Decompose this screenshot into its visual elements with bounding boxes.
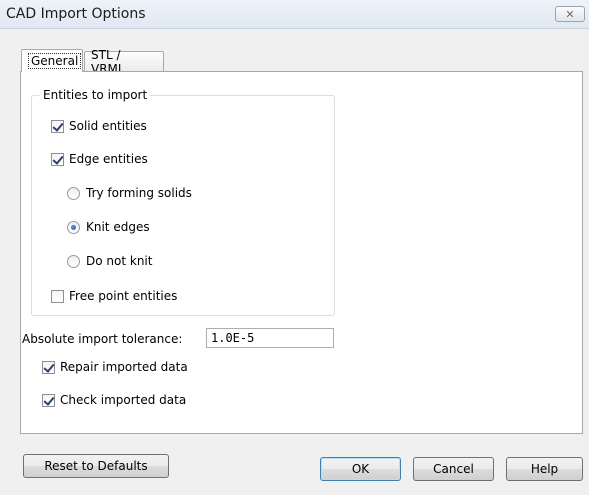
reset-to-defaults-button[interactable]: Reset to Defaults <box>23 454 169 478</box>
radio-unselected-icon[interactable] <box>67 186 80 200</box>
title-bar: CAD Import Options ✕ <box>0 0 589 29</box>
radio-do-not-knit[interactable]: Do not knit <box>67 253 152 269</box>
radio-do-not-knit-label: Do not knit <box>86 254 153 268</box>
tab-stl-vrml[interactable]: STL / VRML <box>84 48 164 76</box>
ok-button[interactable]: OK <box>320 457 401 481</box>
tab-general-label: General <box>28 53 82 69</box>
solid-entities-label: Solid entities <box>69 119 147 133</box>
checkbox-checked-icon[interactable] <box>42 360 55 374</box>
tab-general[interactable]: General <box>21 49 83 72</box>
radio-knit-edges[interactable]: Knit edges <box>67 219 150 235</box>
close-icon: ✕ <box>565 7 575 21</box>
cancel-button[interactable]: Cancel <box>413 457 494 481</box>
checkbox-checked-icon[interactable] <box>42 393 55 407</box>
checkbox-unchecked-icon[interactable] <box>51 289 64 303</box>
radio-selected-icon[interactable] <box>67 220 80 234</box>
repair-imported-data-checkbox[interactable]: Repair imported data <box>42 359 188 375</box>
window-title: CAD Import Options <box>6 6 146 22</box>
tolerance-input[interactable]: 1.0E-5 <box>206 328 334 348</box>
checkbox-checked-icon[interactable] <box>51 119 64 133</box>
repair-imported-data-label: Repair imported data <box>60 360 188 374</box>
check-imported-data-checkbox[interactable]: Check imported data <box>42 392 186 408</box>
radio-knit-edges-label: Knit edges <box>86 220 150 234</box>
radio-try-forming-solids-label: Try forming solids <box>86 186 192 200</box>
close-button[interactable]: ✕ <box>555 6 585 22</box>
free-point-entities-label: Free point entities <box>69 289 178 303</box>
radio-unselected-icon[interactable] <box>67 254 80 268</box>
check-imported-data-label: Check imported data <box>60 393 187 407</box>
entities-group-label: Entities to import <box>40 88 151 102</box>
free-point-entities-checkbox[interactable]: Free point entities <box>51 288 177 304</box>
help-button[interactable]: Help <box>506 457 583 481</box>
edge-entities-checkbox[interactable]: Edge entities <box>51 151 148 167</box>
checkbox-checked-icon[interactable] <box>51 152 64 166</box>
edge-entities-label: Edge entities <box>69 152 148 166</box>
tolerance-label: Absolute import tolerance: <box>22 332 183 346</box>
radio-try-forming-solids[interactable]: Try forming solids <box>67 185 192 201</box>
solid-entities-checkbox[interactable]: Solid entities <box>51 118 147 134</box>
